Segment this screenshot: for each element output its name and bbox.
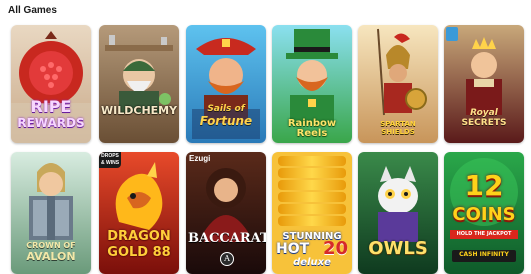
- game-title-bottom: CASH INFINITY: [459, 251, 509, 258]
- game-tile-12-coins[interactable]: 12 COINS HOLD THE JACKPOT CASH INFINITY: [444, 152, 524, 274]
- game-tile-dragon-gold-88[interactable]: DROPS & WINS DRAGON GOLD 88: [99, 152, 179, 274]
- game-thumbnail: [99, 25, 179, 143]
- game-title-bottom: deluxe: [293, 257, 331, 268]
- game-title-bottom: GOLD 88: [107, 245, 171, 260]
- game-tile-crown-of-avalon[interactable]: CROWN OF AVALON: [11, 152, 91, 274]
- game-tile-royal-secrets[interactable]: Royal SECRETS: [444, 25, 524, 143]
- ace-logo-icon: A: [220, 252, 234, 266]
- game-title-top: CROWN OF: [26, 241, 76, 250]
- games-grid: RIPE REWARDS WILDCHEMY Sails of Fortune …: [11, 25, 527, 274]
- provider-badge: Ezugi: [189, 154, 211, 163]
- game-title-bottom: SHIELDS: [381, 128, 415, 136]
- game-tile-sails-of-fortune[interactable]: Sails of Fortune: [186, 25, 266, 143]
- game-title-top: COINS: [452, 204, 516, 225]
- game-tile-owls[interactable]: OWLS: [358, 152, 438, 274]
- game-title: WILDCHEMY: [101, 104, 178, 117]
- game-title: Rainbow Reels: [287, 118, 337, 139]
- game-tile-spartan-shields[interactable]: SPARTAN SHIELDS: [358, 25, 438, 143]
- game-badge: DROPS & WINS: [99, 152, 121, 168]
- game-title: OWLS: [368, 238, 428, 259]
- game-title-top: DRAGON: [107, 229, 171, 244]
- game-title-bottom: REWARDS: [17, 116, 85, 130]
- section-title: All Games: [8, 5, 57, 16]
- game-title-mid: HOLD THE JACKPOT: [450, 230, 518, 239]
- game-title-mid: HOT: [276, 241, 310, 257]
- game-title-number: 20: [322, 238, 348, 259]
- game-tile-ripe-rewards[interactable]: RIPE REWARDS: [11, 25, 91, 143]
- game-title-top: RIPE: [30, 97, 72, 116]
- game-title-top: SPARTAN: [380, 120, 416, 128]
- game-title-bottom: SECRETS: [461, 118, 507, 128]
- game-tile-baccarat[interactable]: Ezugi BACCARAT A: [186, 152, 266, 274]
- game-title-bottom: Fortune: [199, 114, 253, 128]
- game-tile-stunning-hot-20-deluxe[interactable]: STUNNING HOT 20 deluxe: [272, 152, 352, 274]
- game-title-top: Royal: [470, 108, 498, 118]
- game-title-number: 12: [464, 169, 504, 202]
- game-title: BACCARAT: [188, 231, 266, 246]
- game-title-bottom: AVALON: [26, 250, 76, 263]
- game-tile-rainbow-reels[interactable]: Rainbow Reels: [272, 25, 352, 143]
- game-tile-wildchemy[interactable]: WILDCHEMY: [99, 25, 179, 143]
- game-title-top: Sails of: [207, 104, 245, 114]
